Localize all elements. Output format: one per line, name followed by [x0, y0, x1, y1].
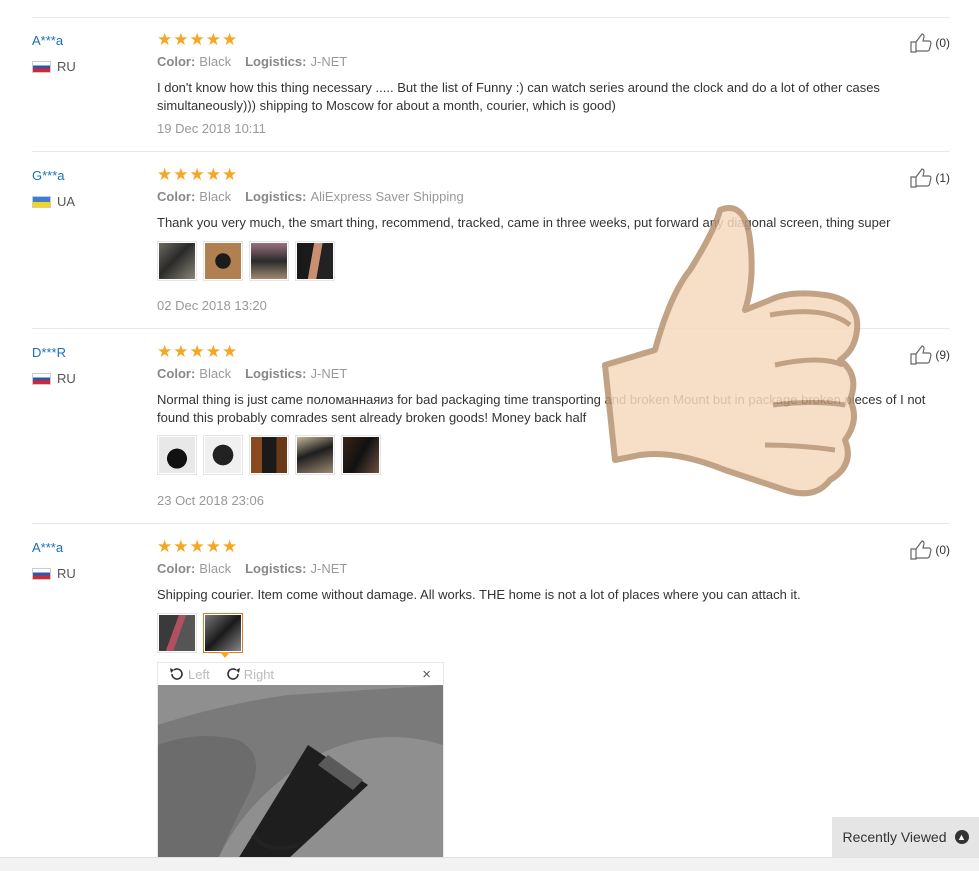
helpful-button[interactable]: (1) — [909, 168, 950, 188]
bottom-bar — [0, 857, 979, 871]
review-photo-thumb[interactable] — [157, 435, 197, 475]
thumbs-up-icon — [910, 168, 932, 188]
helpful-count: (0) — [935, 543, 950, 557]
top-divider — [32, 17, 950, 18]
helpful-button[interactable]: (0) — [909, 33, 950, 53]
russia-flag-icon — [32, 372, 51, 385]
reviewer-country: RU — [32, 59, 76, 74]
close-viewer-button[interactable]: × — [422, 666, 431, 683]
review-date: 02 Dec 2018 13:20 — [157, 298, 267, 313]
reviewer-country: RU — [32, 566, 76, 581]
rotate-left-label: Left — [188, 666, 210, 682]
photo-viewer: Left Right × — [157, 662, 444, 860]
review-photo-thumb[interactable] — [295, 435, 335, 475]
review-photo-thumb[interactable] — [157, 241, 197, 281]
russia-flag-icon — [32, 567, 51, 580]
logistics-value: J-NET — [310, 54, 348, 69]
helpful-count: (1) — [935, 171, 950, 185]
rotate-right-icon — [226, 668, 240, 680]
review-photo-thumb[interactable] — [249, 435, 289, 475]
review-date: 19 Dec 2018 10:11 — [157, 121, 266, 136]
review-photos — [157, 613, 243, 653]
helpful-count: (0) — [935, 36, 950, 50]
review-date: 23 Oct 2018 23:06 — [157, 493, 264, 508]
country-code: UA — [57, 194, 76, 209]
review-photo-thumb-selected[interactable] — [203, 613, 243, 653]
country-code: RU — [57, 59, 76, 74]
color-value: Black — [199, 366, 232, 381]
recently-viewed-button[interactable]: Recently Viewed ▲ — [832, 817, 979, 857]
review-photo-thumb[interactable] — [203, 435, 243, 475]
thumbs-up-icon — [910, 33, 932, 53]
ukraine-flag-icon — [32, 195, 51, 208]
review-photos — [157, 435, 381, 475]
logistics-label: Logistics: — [245, 561, 307, 576]
color-value: Black — [199, 561, 232, 576]
logistics-label: Logistics: — [245, 366, 307, 381]
color-value: Black — [199, 189, 232, 204]
rating-stars: ★★★★★ — [157, 30, 239, 49]
color-label: Color: — [157, 561, 196, 576]
order-info: Color: Black Logistics: J-NET — [157, 366, 347, 381]
review-photo-thumb[interactable] — [295, 241, 335, 281]
review-item: D***R RU ★★★★★ Color: Black Logistics: J-NE… — [32, 342, 950, 524]
review-photo-thumb[interactable] — [203, 241, 243, 281]
review-item: G***a UA ★★★★★ Color: Black Logistics: AliE… — [32, 165, 950, 329]
reviewer-country: RU — [32, 371, 76, 386]
order-info: Color: Black Logistics: J-NET — [157, 561, 347, 576]
thumbs-up-icon — [910, 345, 932, 365]
reviewer-name[interactable]: A***a — [32, 33, 63, 48]
logistics-value: J-NET — [310, 366, 348, 381]
country-code: RU — [57, 371, 76, 386]
russia-flag-icon — [32, 60, 51, 73]
logistics-value: J-NET — [310, 561, 348, 576]
chevron-up-icon: ▲ — [954, 830, 969, 844]
reviewer-name[interactable]: A***a — [32, 540, 63, 555]
country-code: RU — [57, 566, 76, 581]
review-divider — [32, 328, 950, 329]
review-text: Normal thing is just came поломаннаяиз f… — [157, 392, 926, 425]
review-text: I don't know how this thing necessary ..… — [157, 80, 880, 113]
review-photo-thumb[interactable] — [341, 435, 381, 475]
helpful-button[interactable]: (9) — [909, 345, 950, 365]
color-label: Color: — [157, 366, 196, 381]
review-divider — [32, 151, 950, 152]
helpful-button[interactable]: (0) — [909, 540, 950, 560]
review-item: A***a RU ★★★★★ Color: Black Logistics: J-NE… — [32, 537, 950, 660]
review-photos — [157, 241, 335, 281]
viewer-toolbar: Left Right — [158, 663, 443, 685]
color-value: Black — [199, 54, 232, 69]
logistics-value: AliExpress Saver Shipping — [310, 189, 464, 204]
logistics-label: Logistics: — [245, 189, 307, 204]
reviewer-country: UA — [32, 194, 75, 209]
rotate-right-label: Right — [243, 666, 275, 682]
rotate-right-button[interactable]: Right — [224, 665, 274, 683]
rating-stars: ★★★★★ — [157, 537, 239, 556]
order-info: Color: Black Logistics: AliExpress Saver Sh… — [157, 189, 464, 204]
recently-viewed-label: Recently Viewed — [842, 829, 947, 845]
rotate-left-icon — [170, 668, 183, 680]
selected-thumb-pointer — [220, 652, 230, 658]
logistics-label: Logistics: — [245, 54, 307, 69]
thumbs-up-icon — [910, 540, 932, 560]
rotate-left-button[interactable]: Left — [168, 665, 210, 683]
enlarged-review-photo — [158, 685, 443, 859]
rating-stars: ★★★★★ — [157, 165, 239, 184]
review-text: Shipping courier. Item come without dama… — [157, 587, 801, 602]
review-photo-thumb[interactable] — [249, 241, 289, 281]
review-text: Thank you very much, the smart thing, re… — [157, 215, 891, 230]
reviewer-name[interactable]: D***R — [32, 345, 66, 360]
review-divider — [32, 523, 950, 524]
color-label: Color: — [157, 189, 196, 204]
review-photo-thumb[interactable] — [157, 613, 197, 653]
review-item: A***a RU ★★★★★ Color: Black Logistics: J-NE… — [32, 30, 950, 152]
order-info: Color: Black Logistics: J-NET — [157, 54, 347, 69]
rating-stars: ★★★★★ — [157, 342, 239, 361]
helpful-count: (9) — [935, 348, 950, 362]
color-label: Color: — [157, 54, 196, 69]
reviewer-name[interactable]: G***a — [32, 168, 65, 183]
